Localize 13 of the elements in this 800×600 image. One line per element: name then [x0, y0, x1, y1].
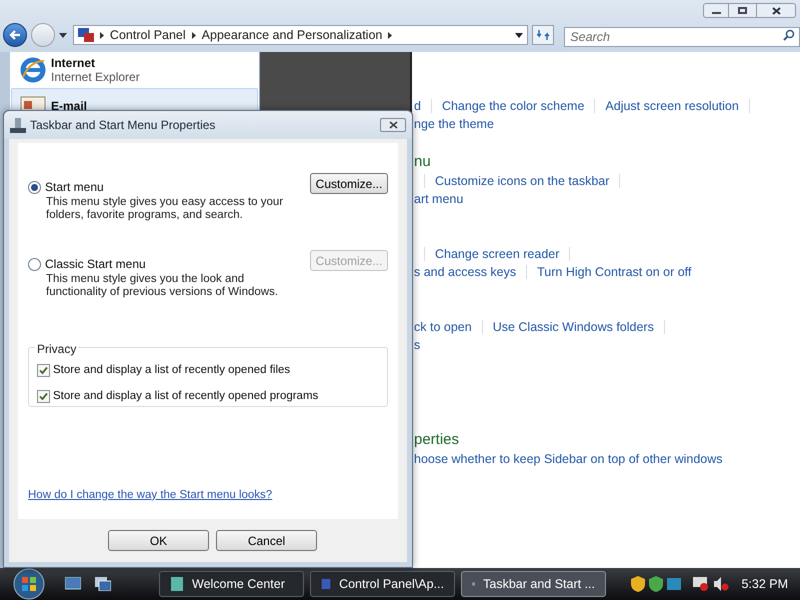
option-label: Start menu [45, 179, 104, 196]
checkbox-label: Store and display a list of recently opened files [53, 363, 290, 378]
option-label: Classic Start menu [45, 256, 146, 273]
option-description: This menu style gives you the look and [46, 273, 246, 286]
item-subtitle: Internet Explorer [51, 70, 140, 84]
item-title: E-mail [51, 99, 88, 113]
option-description: This menu style gives you easy access to your [46, 196, 284, 209]
section-heading: perties [414, 430, 460, 450]
section-heading: nu [414, 152, 431, 172]
option-description: folders, favorite programs, and search. [46, 209, 244, 222]
option-description: functionality of previous versions of Windows. [46, 286, 278, 299]
item-title: Internet [51, 56, 96, 70]
checkbox-label: Store and display a list of recently opened programs [53, 389, 318, 404]
